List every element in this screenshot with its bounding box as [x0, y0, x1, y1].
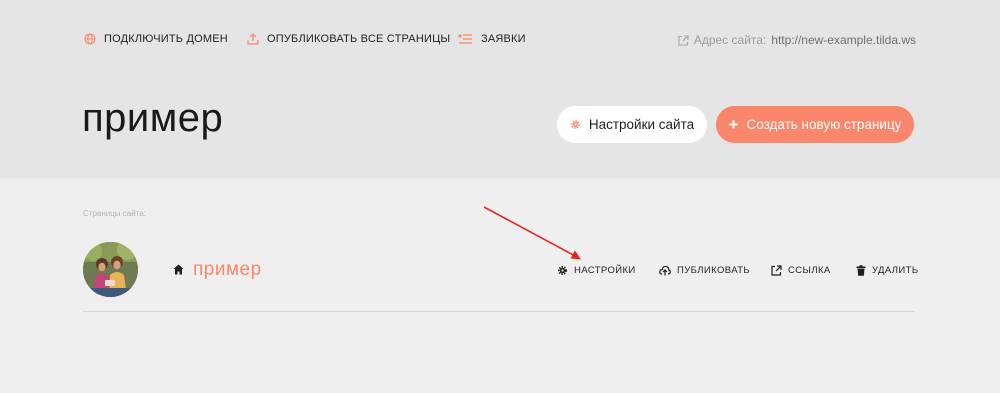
page-link-label: Ссылка	[788, 265, 831, 276]
globe-icon	[84, 33, 96, 45]
page-link-button[interactable]: Ссылка	[771, 265, 831, 276]
page-publish-label: Публиковать	[677, 265, 751, 276]
pages-section-label: Страницы сайта:	[83, 209, 146, 218]
page-settings-button[interactable]: Настройки	[557, 265, 636, 276]
page-delete-label: Удалить	[872, 265, 919, 276]
trash-icon	[856, 265, 866, 276]
project-title: пример	[82, 96, 224, 140]
plus-icon: +	[728, 114, 739, 134]
external-link-icon	[771, 265, 782, 276]
site-address-link[interactable]: Адрес сайта: http://new-example.tilda.ws	[678, 33, 916, 47]
page-settings-label: Настройки	[574, 265, 636, 276]
upload-icon	[247, 33, 259, 45]
page-delete-button[interactable]: Удалить	[856, 265, 919, 276]
gear-icon	[558, 266, 567, 275]
cloud-upload-icon	[659, 265, 671, 276]
page-thumbnail-image	[83, 242, 138, 297]
connect-domain-link[interactable]: Подключить домен	[84, 33, 228, 45]
site-address-url: http://new-example.tilda.ws	[771, 33, 916, 47]
list-plus-icon	[458, 34, 472, 44]
leads-label: Заявки	[481, 33, 526, 45]
row-divider	[83, 311, 915, 312]
publish-all-link[interactable]: Опубликовать все страницы	[247, 33, 450, 45]
home-icon	[173, 264, 184, 275]
site-header: Подключить домен Опубликовать все страни…	[0, 0, 1000, 178]
page-name-link[interactable]: пример	[193, 259, 262, 281]
site-address-label: Адрес сайта:	[693, 33, 767, 47]
site-settings-label: Настройки сайта	[588, 117, 695, 132]
external-link-icon	[678, 34, 689, 46]
create-page-button[interactable]: + Создать новую страницу	[716, 106, 914, 143]
connect-domain-label: Подключить домен	[104, 33, 228, 45]
create-page-label: Создать новую страницу	[746, 117, 902, 132]
gear-icon	[571, 120, 580, 129]
publish-all-label: Опубликовать все страницы	[267, 33, 451, 45]
page-publish-button[interactable]: Публиковать	[659, 265, 750, 276]
page-row: пример Настройки Публиковать Ссылка Удал…	[83, 242, 918, 312]
site-settings-button[interactable]: Настройки сайта	[557, 106, 707, 143]
leads-link[interactable]: Заявки	[457, 33, 526, 45]
page-thumbnail[interactable]	[83, 242, 138, 297]
